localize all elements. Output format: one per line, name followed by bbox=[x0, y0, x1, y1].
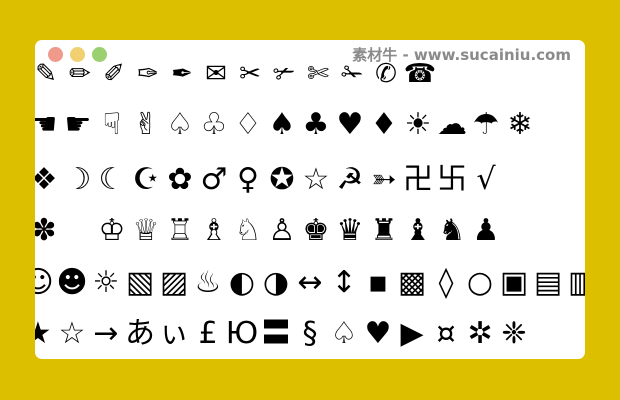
glyph-0-0: ✎ bbox=[35, 59, 57, 89]
glyph-5-14: ❈ bbox=[501, 316, 527, 351]
glyph-4-14: ▣ bbox=[499, 265, 529, 300]
glyph-4-7: ◑ bbox=[262, 265, 290, 300]
glyph-1-11: ☀ bbox=[404, 107, 432, 142]
glyph-3-10: ♜ bbox=[370, 213, 398, 248]
glyph-4-13: ○ bbox=[466, 265, 494, 300]
glyph-3-2: ♔ bbox=[98, 213, 126, 248]
glyph-row-4: ☺☻☼▧▨♨◐◑↔↕▪▩◊○▣▤▥▦ bbox=[35, 261, 585, 305]
glyph-5-1: ☆ bbox=[58, 316, 86, 351]
glyph-row-0: ✎ ✏ ✐ ✑ ✒ ✉ ✂ ✃ ✄ ✁ ✆ ☎ bbox=[35, 52, 585, 96]
glyph-5-6: Ю bbox=[225, 316, 259, 351]
glyph-5-10: ♥ bbox=[364, 316, 392, 351]
glyph-4-0: ☺ bbox=[35, 265, 54, 300]
glyph-2-4: ✿ bbox=[167, 162, 193, 197]
glyph-3-7: ♙ bbox=[268, 213, 296, 248]
glyph-2-7: ✪ bbox=[269, 162, 295, 197]
glyph-4-1: ☻ bbox=[56, 265, 88, 300]
glyph-4-12: ◊ bbox=[438, 265, 454, 300]
glyph-3-9: ♛ bbox=[336, 213, 364, 248]
glyph-5-7: 〓 bbox=[261, 316, 291, 351]
glyph-row-1: ☚ ☛ ☟ ✌ ♤ ♧ ♢ ♠ ♣ ♥ ♦ ☀ ☁ ☂ ❄ bbox=[35, 103, 585, 147]
glyph-2-2: ☾ bbox=[98, 162, 126, 197]
glyph-4-2: ☼ bbox=[92, 265, 120, 300]
glyph-4-10: ▪ bbox=[367, 265, 389, 300]
glyph-2-13: √ bbox=[476, 162, 496, 197]
glyph-4-6: ◐ bbox=[228, 265, 256, 300]
glyph-3-5: ♗ bbox=[200, 213, 228, 248]
glyph-3-11: ♝ bbox=[404, 213, 432, 248]
glyph-4-16: ▥ bbox=[567, 265, 585, 300]
glyph-2-10: ➳ bbox=[371, 162, 397, 197]
glyph-2-9: ☭ bbox=[336, 162, 364, 197]
glyph-1-7: ♠ bbox=[268, 107, 296, 142]
glyph-2-6: ♀ bbox=[237, 162, 259, 197]
glyph-0-3: ✑ bbox=[137, 59, 159, 89]
glyph-0-8: ✄ bbox=[307, 59, 329, 89]
glyph-4-11: ▩ bbox=[397, 265, 427, 300]
glyph-3-13: ♟ bbox=[472, 213, 500, 248]
glyph-4-5: ♨ bbox=[194, 265, 222, 300]
glyph-2-12: 卐 bbox=[437, 162, 467, 197]
glyph-3-3: ♕ bbox=[132, 213, 160, 248]
glyph-5-0: ★ bbox=[35, 316, 52, 351]
glyph-0-4: ✒ bbox=[171, 59, 193, 89]
glyph-2-8: ☆ bbox=[302, 162, 330, 197]
glyph-0-9: ✁ bbox=[341, 59, 363, 89]
glyph-5-5: £ bbox=[198, 316, 218, 351]
glyph-5-11: ▶ bbox=[400, 316, 424, 351]
glyph-1-10: ♦ bbox=[370, 107, 398, 142]
glyph-row-2: ❖ ☽ ☾ ☪ ✿ ♂ ♀ ✪ ☆ ☭ ➳ 卍卐 √ bbox=[35, 158, 585, 202]
glyph-5-3: あ bbox=[125, 316, 155, 351]
glyph-1-6: ♢ bbox=[234, 107, 262, 142]
glyph-0-11: ☎ bbox=[403, 59, 437, 89]
glyph-5-13: ✲ bbox=[467, 316, 493, 351]
glyph-3-12: ♞ bbox=[438, 213, 466, 248]
glyph-1-5: ♧ bbox=[200, 107, 228, 142]
glyph-2-3: ☪ bbox=[132, 162, 160, 197]
glyph-4-9: ↕ bbox=[331, 265, 357, 300]
glyph-0-7: ✃ bbox=[273, 59, 295, 89]
glyph-5-4: ぃ bbox=[159, 316, 189, 351]
glyph-1-12: ☁ bbox=[437, 107, 467, 142]
glyph-2-5: ♂ bbox=[200, 162, 228, 197]
glyph-1-3: ✌ bbox=[133, 107, 159, 142]
glyph-4-15: ▤ bbox=[533, 265, 563, 300]
glyph-4-3: ▧ bbox=[125, 265, 155, 300]
glyph-3-6: ♘ bbox=[234, 213, 262, 248]
glyph-0-2: ✐ bbox=[103, 59, 125, 89]
glyph-1-9: ♥ bbox=[336, 107, 364, 142]
glyph-sheet: ✎ ✏ ✐ ✑ ✒ ✉ ✂ ✃ ✄ ✁ ✆ ☎ ☚ ☛ ☟ ✌ ♤ ♧ ♢ ♠ ♣ ♥ ♦ ☀ ☁ ☂ ❄ ❖ ☽ ☾ ☪ ✿ ♂ ♀ ✪ ☆ ☭ ➳… bbox=[35, 59, 585, 359]
glyph-4-4: ▨ bbox=[159, 265, 189, 300]
glyph-2-0: ❖ bbox=[35, 162, 58, 197]
glyph-2-11: 卍 bbox=[403, 162, 433, 197]
glyph-5-2: → bbox=[93, 316, 119, 351]
glyph-0-1: ✏ bbox=[69, 59, 91, 89]
glyph-5-8: § bbox=[302, 316, 318, 351]
glyph-5-9: ♤ bbox=[330, 316, 358, 351]
glyph-4-8: ↔ bbox=[297, 265, 323, 300]
glyph-2-1: ☽ bbox=[64, 162, 92, 197]
glyph-3-8: ♚ bbox=[302, 213, 330, 248]
glyph-5-12: ¤ bbox=[436, 316, 456, 351]
glyph-1-14: ❄ bbox=[507, 107, 533, 142]
glyph-row-5: ★ ☆ → あぃ £ Ю〓 § ♤ ♥ ▶ ¤ ✲ ❈ bbox=[35, 312, 585, 356]
glyph-1-1: ☛ bbox=[64, 107, 92, 142]
glyph-1-4: ♤ bbox=[166, 107, 194, 142]
glyph-1-0: ☚ bbox=[35, 107, 58, 142]
glyph-0-6: ✂ bbox=[239, 59, 261, 89]
glyph-3-0: ✽ bbox=[35, 213, 57, 248]
glyph-1-13: ☂ bbox=[472, 107, 500, 142]
browser-window: 素材牛 - www.sucainiu.com ✎ ✏ ✐ ✑ ✒ ✉ ✂ ✃ ✄ ✁ ✆ ☎ ☚ ☛ ☟ ✌… bbox=[35, 40, 585, 359]
glyph-3-4: ♖ bbox=[166, 213, 194, 248]
glyph-row-3: ✽ ♔ ♕ ♖ ♗ ♘ ♙ ♚ ♛ ♜ ♝ ♞ ♟ bbox=[35, 209, 585, 253]
glyph-1-8: ♣ bbox=[302, 107, 330, 142]
glyph-1-2: ☟ bbox=[102, 107, 122, 142]
glyph-0-10: ✆ bbox=[375, 59, 397, 89]
glyph-0-5: ✉ bbox=[205, 59, 227, 89]
